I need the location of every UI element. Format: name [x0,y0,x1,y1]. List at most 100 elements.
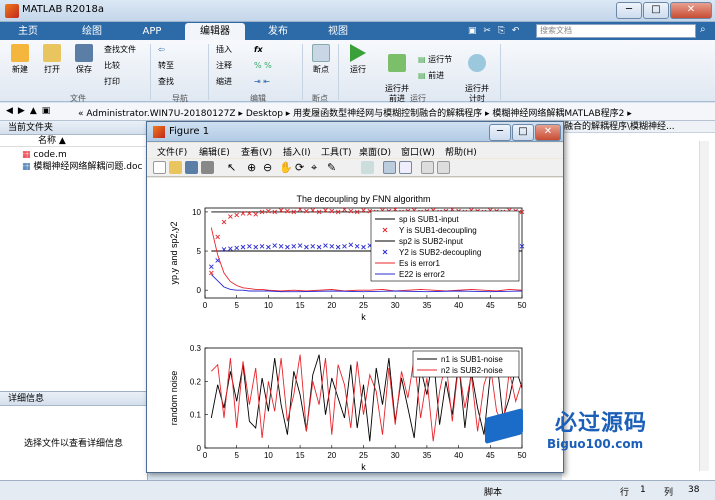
group-separator [500,44,501,100]
breakpoints-icon [312,44,330,62]
search-icon[interactable]: ⌕ [700,24,706,35]
y-tick-label: 0 [197,444,202,453]
minimize-button[interactable]: ─ [616,2,642,19]
run-section-button[interactable]: ▤ 运行节 [418,54,452,66]
legend-entry: sp is SUB1-input [399,215,459,224]
advance-button[interactable]: ▤ 前进 [418,70,444,82]
y-tick-label: 10 [192,208,201,217]
figure-maximize-button[interactable]: □ [512,124,534,141]
run-advance-button[interactable]: 运行并 前进 [380,44,414,104]
back-icon[interactable]: ⇦ [158,44,165,56]
legend-entry: E22 is error2 [399,270,445,279]
insert-button[interactable]: 插入 [216,44,232,56]
run-icon [350,44,366,62]
new-icon [11,44,29,62]
hide-tools-icon[interactable] [421,161,434,174]
file-name: code.m [33,150,67,160]
group-separator [338,44,339,100]
y-axis-label: yp,y and sp2,y2 [169,221,179,284]
graduation-cap-icon [485,407,523,445]
indent-button[interactable]: 缩进 [216,76,232,88]
x-tick-label: 0 [203,301,208,310]
new-button[interactable]: 新建 [6,44,34,75]
legend-entry: n2 is SUB2-noise [441,366,503,375]
menu-help[interactable]: 帮助(H) [445,145,477,158]
file-item[interactable]: ▦ code.m [0,149,147,161]
menu-view[interactable]: 查看(V) [241,145,272,158]
x-tick-label: 45 [486,301,495,310]
x-tick-label: 40 [454,301,463,310]
y-tick-label: 0.2 [190,377,202,386]
run-section-label: 运行节 [428,55,453,64]
data-cursor-icon[interactable]: ⌖ [311,161,324,174]
open-button[interactable]: 打开 [38,44,66,75]
tab-view[interactable]: 视图 [318,23,358,40]
print-icon[interactable] [201,161,214,174]
menu-edit[interactable]: 编辑(E) [199,145,230,158]
quick-access-toolbar[interactable]: ▣ ✂ ⎘ ↶ ↷ ▾ [468,24,532,50]
link-plot-icon[interactable] [361,161,374,174]
row-value: 1 [640,485,646,495]
menu-desktop[interactable]: 桌面(D) [359,145,391,158]
menu-insert[interactable]: 插入(I) [283,145,311,158]
save-icon[interactable] [185,161,198,174]
legend-icon[interactable] [399,161,412,174]
figure-close-button[interactable]: ✕ [535,124,561,141]
current-folder-title: 当前文件夹 [0,121,147,135]
y-tick-label: 5 [197,247,202,256]
pointer-icon[interactable]: ↖ [227,161,240,174]
row-label: 行 [620,488,630,498]
tab-home[interactable]: 主页 [8,23,48,40]
run-and-time-button[interactable]: 运行并 计时 [460,44,494,104]
ribbon-tabs: 主页 绘图 APP 编辑器 发布 视图 ▣ ✂ ⎘ ↶ ↷ ▾ 搜索文档 ⌕ [0,22,715,50]
run-button[interactable]: 运行 [344,44,372,75]
tab-editor[interactable]: 编辑器 [185,23,245,40]
figure-minimize-button[interactable]: ─ [489,124,511,141]
open-icon[interactable] [169,161,182,174]
search-input[interactable]: 搜索文档 [536,24,696,38]
advance-label: 前进 [428,71,445,80]
x-tick-label: 30 [391,301,400,310]
indent-icon[interactable]: ⇥ ⇤ [254,76,270,88]
tab-publish[interactable]: 发布 [258,23,298,40]
compare-button[interactable]: 比较 [104,60,120,72]
comment-toggle-icon[interactable]: % % [254,60,272,72]
find-button[interactable]: 查找 [158,76,174,88]
new-figure-icon[interactable] [153,161,166,174]
goto-button[interactable]: 转至 [158,60,174,72]
pan-icon[interactable]: ✋ [279,161,293,174]
show-tools-icon[interactable] [437,161,450,174]
run-and-time-label: 运行并 计时 [465,84,489,103]
tab-apps[interactable]: APP [132,23,172,40]
editor-scrollbar[interactable] [699,141,709,471]
save-button[interactable]: 保存 [70,44,98,75]
fx-icon[interactable]: fx [254,44,263,56]
maximize-button[interactable]: □ [643,2,669,19]
print-button[interactable]: 打印 [104,76,120,88]
rotate-icon[interactable]: ⟳ [295,161,308,174]
nav-arrows-icon[interactable]: ◀▶▲▣ [6,106,55,116]
comment-button[interactable]: 注释 [216,60,232,72]
zoom-in-icon[interactable]: ⊕ [247,161,260,174]
x-tick-label: 15 [296,451,305,460]
title-bar: MATLAB R2018a ─ □ ✕ [0,0,715,22]
folder-icon [43,44,61,62]
y-tick-label: 0.1 [190,411,202,420]
x-tick-label: 10 [264,301,273,310]
file-item[interactable]: ▦ 模糊神经网络解耦问题.doc [0,161,147,173]
new-label: 新建 [12,65,28,74]
colorbar-icon[interactable] [383,161,396,174]
close-button[interactable]: ✕ [670,2,712,19]
current-folder-path[interactable]: « Administrator.WIN7U-20180127Z ▸ Deskto… [78,106,632,119]
name-column-header[interactable]: 名称 ▲ [0,135,147,147]
menu-tools[interactable]: 工具(T) [321,145,352,158]
menu-file[interactable]: 文件(F) [157,145,187,158]
zoom-out-icon[interactable]: ⊖ [263,161,276,174]
x-tick-label: 35 [422,451,431,460]
brush-icon[interactable]: ✎ [327,161,340,174]
find-files-button[interactable]: 查找文件 [104,44,136,56]
breakpoints-button[interactable]: 断点 [308,44,334,75]
menu-window[interactable]: 窗口(W) [401,145,435,158]
tab-plots[interactable]: 绘图 [72,23,112,40]
legend-entry: Y2 is SUB2-decoupling [399,248,481,257]
